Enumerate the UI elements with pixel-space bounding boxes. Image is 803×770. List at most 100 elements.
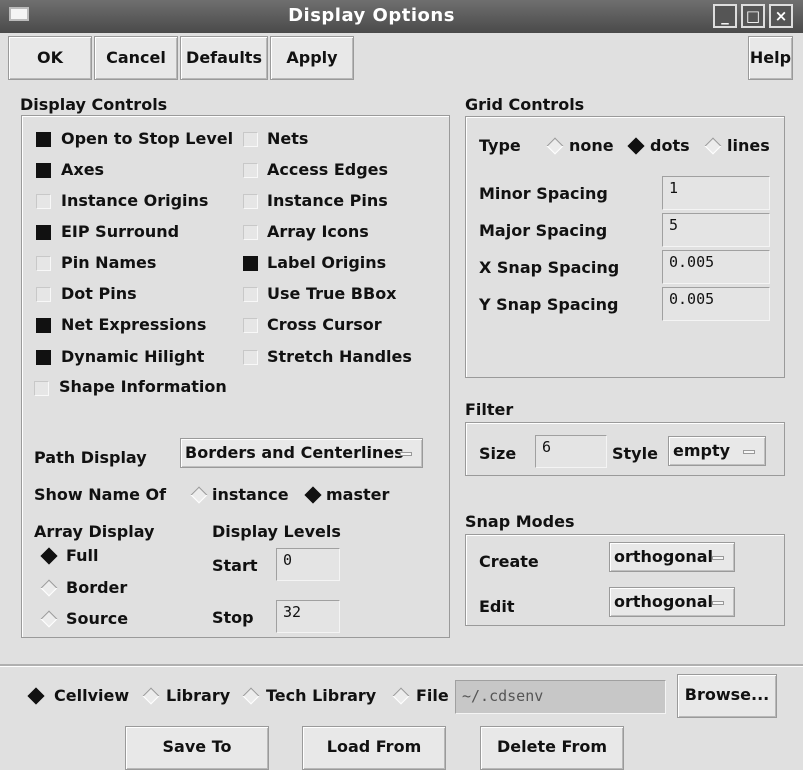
edit-snap-select[interactable]: orthogonal — [609, 587, 735, 617]
library-radio[interactable] — [142, 687, 160, 705]
cellview-radio[interactable] — [27, 687, 45, 705]
eip-surround-checkbox[interactable] — [36, 225, 51, 240]
instance-pins-checkbox[interactable] — [243, 194, 258, 209]
open-to-stop-level-label: Open to Stop Level — [61, 129, 234, 148]
minor-spacing-label: Minor Spacing — [479, 184, 608, 203]
filter-style-label: Style — [612, 444, 658, 463]
access-edges-checkbox[interactable] — [243, 163, 258, 178]
display-controls-title: Display Controls — [20, 95, 168, 114]
major-spacing-field[interactable]: 5 — [662, 213, 770, 247]
cycle-icon — [400, 452, 412, 456]
apply-button[interactable]: Apply — [270, 36, 354, 80]
full-radio-label: Full — [66, 546, 99, 565]
start-level-field[interactable]: 0 — [276, 548, 340, 581]
array-icons-label: Array Icons — [267, 222, 369, 241]
filter-size-field[interactable]: 6 — [535, 435, 607, 468]
instance-pins-label: Instance Pins — [267, 191, 388, 210]
tech-library-label: Tech Library — [266, 686, 377, 705]
stretch-handles-label: Stretch Handles — [267, 347, 412, 366]
separator — [0, 664, 803, 667]
save-to-button[interactable]: Save To — [125, 726, 269, 770]
shape-information-label: Shape Information — [59, 377, 227, 396]
eip-surround-label: EIP Surround — [61, 222, 180, 241]
path-display-select[interactable]: Borders and Centerlines — [180, 438, 423, 468]
instance-origins-label: Instance Origins — [61, 191, 209, 210]
border-radio-label: Border — [66, 578, 128, 597]
path-display-value: Borders and Centerlines — [185, 443, 404, 462]
source-radio-label: Source — [66, 609, 129, 628]
create-snap-select[interactable]: orthogonal — [609, 542, 735, 572]
y-snap-spacing-field[interactable]: 0.005 — [662, 287, 770, 321]
display-levels-label: Display Levels — [212, 522, 341, 541]
load-from-button[interactable]: Load From — [302, 726, 446, 770]
filter-style-select[interactable]: empty — [668, 436, 766, 466]
net-expressions-checkbox[interactable] — [36, 318, 51, 333]
dynamic-hilight-checkbox[interactable] — [36, 350, 51, 365]
label-origins-checkbox[interactable] — [243, 256, 258, 271]
file-label: File — [416, 686, 449, 705]
edit-label: Edit — [479, 597, 515, 616]
major-spacing-label: Major Spacing — [479, 221, 608, 240]
dot-pins-label: Dot Pins — [61, 284, 137, 303]
dynamic-hilight-label: Dynamic Hilight — [61, 347, 205, 366]
grid-type-label: Type — [479, 136, 521, 155]
axes-checkbox[interactable] — [36, 163, 51, 178]
delete-from-button[interactable]: Delete From — [480, 726, 624, 770]
pin-names-label: Pin Names — [61, 253, 157, 272]
instance-origins-checkbox[interactable] — [36, 194, 51, 209]
pin-names-checkbox[interactable] — [36, 256, 51, 271]
nets-label: Nets — [267, 129, 309, 148]
window-title: Display Options — [288, 5, 455, 26]
use-true-bbox-checkbox[interactable] — [243, 287, 258, 302]
defaults-button[interactable]: Defaults — [180, 36, 268, 80]
stretch-handles-checkbox[interactable] — [243, 350, 258, 365]
use-true-bbox-label: Use True BBox — [267, 284, 397, 303]
array-icons-checkbox[interactable] — [243, 225, 258, 240]
start-label: Start — [212, 556, 258, 575]
x-snap-spacing-label: X Snap Spacing — [479, 258, 620, 277]
axes-label: Axes — [61, 160, 105, 179]
access-edges-label: Access Edges — [267, 160, 389, 179]
cancel-button[interactable]: Cancel — [94, 36, 178, 80]
master-radio-label: master — [326, 485, 390, 504]
filter-size-label: Size — [479, 444, 517, 463]
minor-spacing-field[interactable]: 1 — [662, 176, 770, 210]
show-name-of-label: Show Name Of — [34, 485, 167, 504]
y-snap-spacing-label: Y Snap Spacing — [479, 295, 619, 314]
edit-snap-value: orthogonal — [614, 592, 714, 611]
stop-label: Stop — [212, 608, 254, 627]
grid-none-label: none — [569, 136, 614, 155]
grid-dots-label: dots — [650, 136, 690, 155]
help-button[interactable]: Help — [748, 36, 793, 80]
file-path-field[interactable]: ~/.cdsenv — [455, 680, 666, 714]
minimize-button[interactable]: _ — [713, 4, 737, 28]
cycle-icon — [712, 556, 724, 560]
path-display-label: Path Display — [34, 448, 147, 467]
create-label: Create — [479, 552, 539, 571]
browse-button[interactable]: Browse... — [677, 674, 777, 718]
cross-cursor-checkbox[interactable] — [243, 318, 258, 333]
filter-style-value: empty — [673, 441, 731, 460]
create-snap-value: orthogonal — [614, 547, 714, 566]
dot-pins-checkbox[interactable] — [36, 287, 51, 302]
close-button[interactable]: × — [769, 4, 793, 28]
stop-level-field[interactable]: 32 — [276, 600, 340, 633]
cycle-icon — [743, 450, 755, 454]
cellview-label: Cellview — [54, 686, 130, 705]
array-display-label: Array Display — [34, 522, 155, 541]
grid-controls-title: Grid Controls — [465, 95, 585, 114]
open-to-stop-level-checkbox[interactable] — [36, 132, 51, 147]
x-snap-spacing-field[interactable]: 0.005 — [662, 250, 770, 284]
maximize-button[interactable]: □ — [741, 4, 765, 28]
file-radio[interactable] — [392, 687, 410, 705]
grid-lines-label: lines — [727, 136, 770, 155]
cycle-icon — [712, 601, 724, 605]
instance-radio-label: instance — [212, 485, 289, 504]
net-expressions-label: Net Expressions — [61, 315, 207, 334]
cross-cursor-label: Cross Cursor — [267, 315, 382, 334]
shape-information-checkbox[interactable] — [34, 381, 49, 396]
nets-checkbox[interactable] — [243, 132, 258, 147]
ok-button[interactable]: OK — [8, 36, 92, 80]
filter-title: Filter — [465, 400, 514, 419]
tech-library-radio[interactable] — [242, 687, 260, 705]
